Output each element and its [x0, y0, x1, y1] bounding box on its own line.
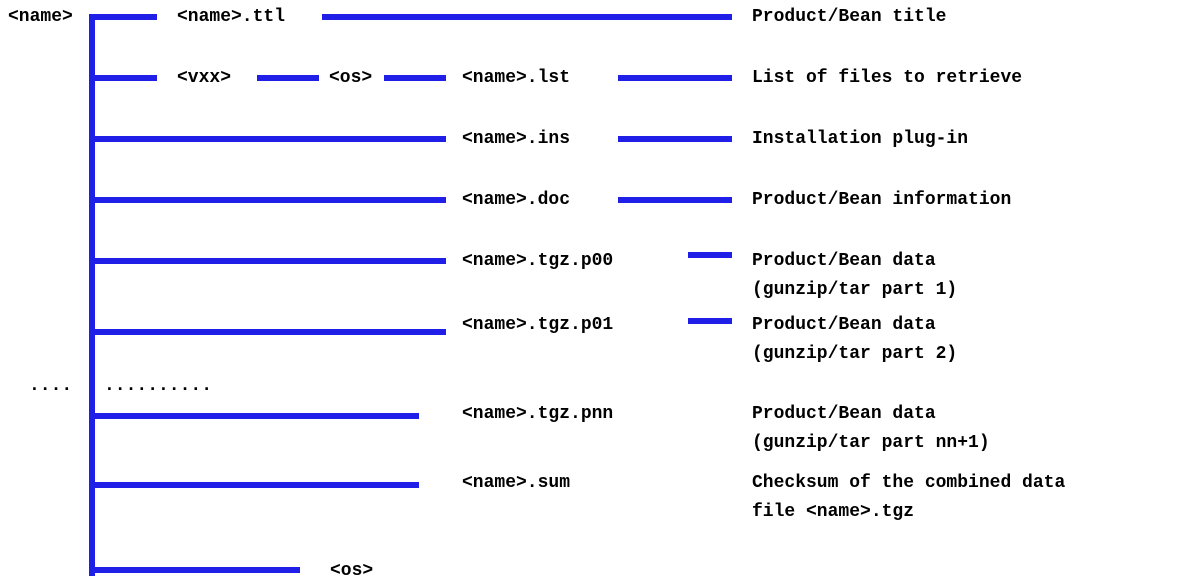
trunk-line — [89, 14, 95, 576]
os-dir-label: <os> — [329, 68, 373, 88]
connector-trunk-to-p01 — [95, 329, 446, 335]
connector-p01-to-desc — [688, 318, 732, 324]
p01-file-label: <name>.tgz.p01 — [462, 315, 614, 335]
connector-ttl-to-desc — [322, 14, 732, 20]
connector-trunk-to-pnn — [95, 413, 419, 419]
pnn-description-line1: Product/Bean data — [752, 404, 936, 424]
version-dir-label: <vxx> — [177, 68, 232, 88]
pnn-file-label: <name>.tgz.pnn — [462, 404, 614, 424]
os-leaf-label: <os> — [330, 561, 374, 577]
file-tree-diagram: <name> <name>.ttl <vxx> <os> <name>.lst … — [0, 0, 1202, 577]
p00-file-label: <name>.tgz.p00 — [462, 251, 614, 271]
connector-trunk-to-vxx — [95, 75, 157, 81]
connector-trunk-to-p00 — [95, 258, 446, 264]
connector-p00-to-desc — [688, 252, 732, 258]
connector-vxx-to-os — [257, 75, 319, 81]
p00-description-line1: Product/Bean data — [752, 251, 936, 271]
ins-description: Installation plug-in — [752, 129, 969, 149]
connector-os-to-lst — [384, 75, 446, 81]
left-ellipsis: .... — [29, 376, 73, 396]
sum-file-label: <name>.sum — [462, 473, 571, 493]
connector-doc-to-desc — [618, 197, 732, 203]
ttl-file-label: <name>.ttl — [177, 7, 286, 27]
lst-description: List of files to retrieve — [752, 68, 1023, 88]
doc-description: Product/Bean information — [752, 190, 1012, 210]
connector-trunk-to-os-leaf — [89, 567, 300, 573]
lst-file-label: <name>.lst — [462, 68, 571, 88]
sum-description-line2: file <name>.tgz — [752, 502, 915, 522]
connector-trunk-to-ins — [95, 136, 446, 142]
p01-description-line1: Product/Bean data — [752, 315, 936, 335]
connector-lst-to-desc — [618, 75, 732, 81]
sum-description-line1: Checksum of the combined data — [752, 473, 1066, 493]
connector-trunk-to-sum — [95, 482, 419, 488]
ins-file-label: <name>.ins — [462, 129, 571, 149]
connector-root-to-ttl — [95, 14, 157, 20]
doc-file-label: <name>.doc — [462, 190, 571, 210]
right-ellipsis: .......... — [104, 376, 213, 396]
ttl-description: Product/Bean title — [752, 7, 947, 27]
p01-description-line2: (gunzip/tar part 2) — [752, 344, 958, 364]
root-label: <name> — [8, 7, 73, 27]
connector-ins-to-desc — [618, 136, 732, 142]
p00-description-line2: (gunzip/tar part 1) — [752, 280, 958, 300]
connector-trunk-to-doc — [95, 197, 446, 203]
pnn-description-line2: (gunzip/tar part nn+1) — [752, 433, 990, 453]
